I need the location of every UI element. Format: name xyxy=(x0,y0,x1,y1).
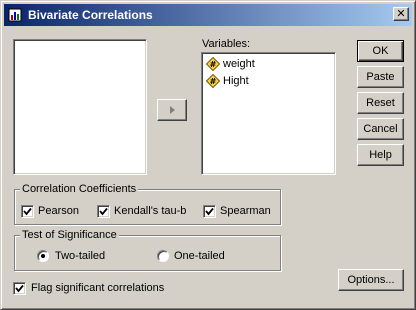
options-button[interactable]: Options... xyxy=(338,269,404,291)
checkmark-icon xyxy=(99,207,108,216)
test-of-significance-group: Test of Significance Two-tailed One-tail… xyxy=(14,229,281,271)
variable-item-hight[interactable]: # Hight xyxy=(206,73,249,89)
radio-selected-dot xyxy=(41,254,45,258)
variable-name: weight xyxy=(223,58,255,70)
svg-text:#: # xyxy=(210,77,217,86)
reset-button[interactable]: Reset xyxy=(357,92,404,114)
pearson-checkbox[interactable] xyxy=(21,205,34,218)
variables-list[interactable]: # weight # Hight xyxy=(201,52,336,175)
kendall-checkbox[interactable] xyxy=(97,205,110,218)
two-tailed-label[interactable]: Two-tailed xyxy=(55,250,105,262)
two-tailed-radio[interactable] xyxy=(37,250,49,262)
checkmark-icon xyxy=(205,207,214,216)
variable-name: Hight xyxy=(223,75,249,87)
variables-label: Variables: xyxy=(202,38,251,50)
app-icon xyxy=(8,8,22,22)
test-of-significance-legend: Test of Significance xyxy=(20,229,119,241)
checkmark-icon xyxy=(15,284,24,293)
svg-text:#: # xyxy=(210,60,217,69)
pearson-label[interactable]: Pearson xyxy=(38,205,79,217)
reset-button-label: Reset xyxy=(366,97,395,109)
ok-button-label: OK xyxy=(372,45,389,57)
checkmark-icon xyxy=(23,207,32,216)
kendall-label[interactable]: Kendall's tau-b xyxy=(114,205,186,217)
move-variable-button[interactable] xyxy=(157,99,187,121)
numeric-scale-icon: # xyxy=(206,74,220,88)
close-icon: ✕ xyxy=(396,7,406,20)
options-button-label: Options... xyxy=(347,274,395,286)
help-button-label: Help xyxy=(369,149,392,161)
one-tailed-label[interactable]: One-tailed xyxy=(174,250,225,262)
correlation-coefficients-group: Correlation Coefficients Pearson Kendall… xyxy=(14,183,281,225)
right-arrow-icon xyxy=(170,106,175,114)
numeric-scale-icon: # xyxy=(206,57,220,71)
flag-significant-label[interactable]: Flag significant correlations xyxy=(31,282,164,294)
source-variable-list[interactable] xyxy=(13,39,147,175)
paste-button-label: Paste xyxy=(366,71,395,83)
flag-significant-checkbox[interactable] xyxy=(13,282,26,295)
spearman-label[interactable]: Spearman xyxy=(220,205,271,217)
dialog-window: Bivariate Correlations ✕ Variables: # we… xyxy=(0,0,416,310)
paste-button[interactable]: Paste xyxy=(357,66,404,88)
help-button[interactable]: Help xyxy=(357,144,404,166)
one-tailed-radio[interactable] xyxy=(157,250,169,262)
close-button[interactable]: ✕ xyxy=(393,7,409,21)
window-title: Bivariate Correlations xyxy=(28,8,153,22)
cancel-button-label: Cancel xyxy=(363,123,398,135)
ok-button[interactable]: OK xyxy=(357,40,404,62)
spearman-checkbox[interactable] xyxy=(203,205,216,218)
cancel-button[interactable]: Cancel xyxy=(357,118,404,140)
correlation-coefficients-legend: Correlation Coefficients xyxy=(20,183,139,195)
variable-item-weight[interactable]: # weight xyxy=(206,56,255,72)
title-bar[interactable]: Bivariate Correlations ✕ xyxy=(4,4,412,26)
